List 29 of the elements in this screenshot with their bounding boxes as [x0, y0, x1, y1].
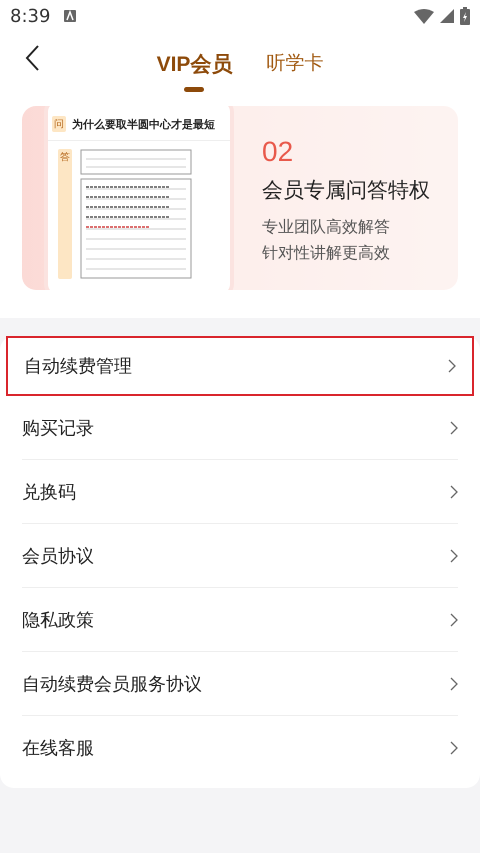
tab[interactable]: VIP会员	[156, 50, 232, 92]
menu-item[interactable]: 自动续费会员服务协议	[22, 652, 458, 716]
chevron-icon	[448, 359, 456, 373]
menu-item[interactable]: 自动续费管理	[6, 336, 474, 396]
signal-icon	[440, 9, 454, 23]
feature-description: 针对性讲解更高效	[262, 242, 391, 264]
tab[interactable]: 听学卡	[266, 50, 324, 90]
feature-title: 会员专属问答特权	[262, 177, 430, 204]
feature-description: 专业团队高效解答	[262, 216, 391, 238]
chevron-icon	[450, 741, 458, 755]
battery-icon	[460, 7, 470, 25]
chevron-icon	[450, 548, 458, 562]
chevron-icon	[450, 612, 458, 626]
chevron-icon	[450, 420, 458, 434]
question-text: 为什么要取半圆中心才是最短	[72, 116, 215, 132]
menu-item[interactable]: 购买记录	[22, 396, 458, 460]
notification-icon	[64, 10, 76, 22]
wifi-icon	[414, 8, 434, 24]
chevron-icon	[450, 676, 458, 690]
feature-number: 02	[262, 136, 294, 168]
menu-item[interactable]: 在线客服	[22, 716, 458, 780]
chevron-icon	[450, 484, 458, 498]
answer-badge: 答	[58, 149, 72, 279]
question-badge: 问	[52, 116, 66, 132]
back-icon[interactable]	[24, 44, 40, 72]
status-time: 8:39	[10, 6, 50, 26]
menu-item[interactable]: 兑换码	[22, 460, 458, 524]
menu-item[interactable]: 隐私政策	[22, 588, 458, 652]
menu-item[interactable]: 会员协议	[22, 524, 458, 588]
